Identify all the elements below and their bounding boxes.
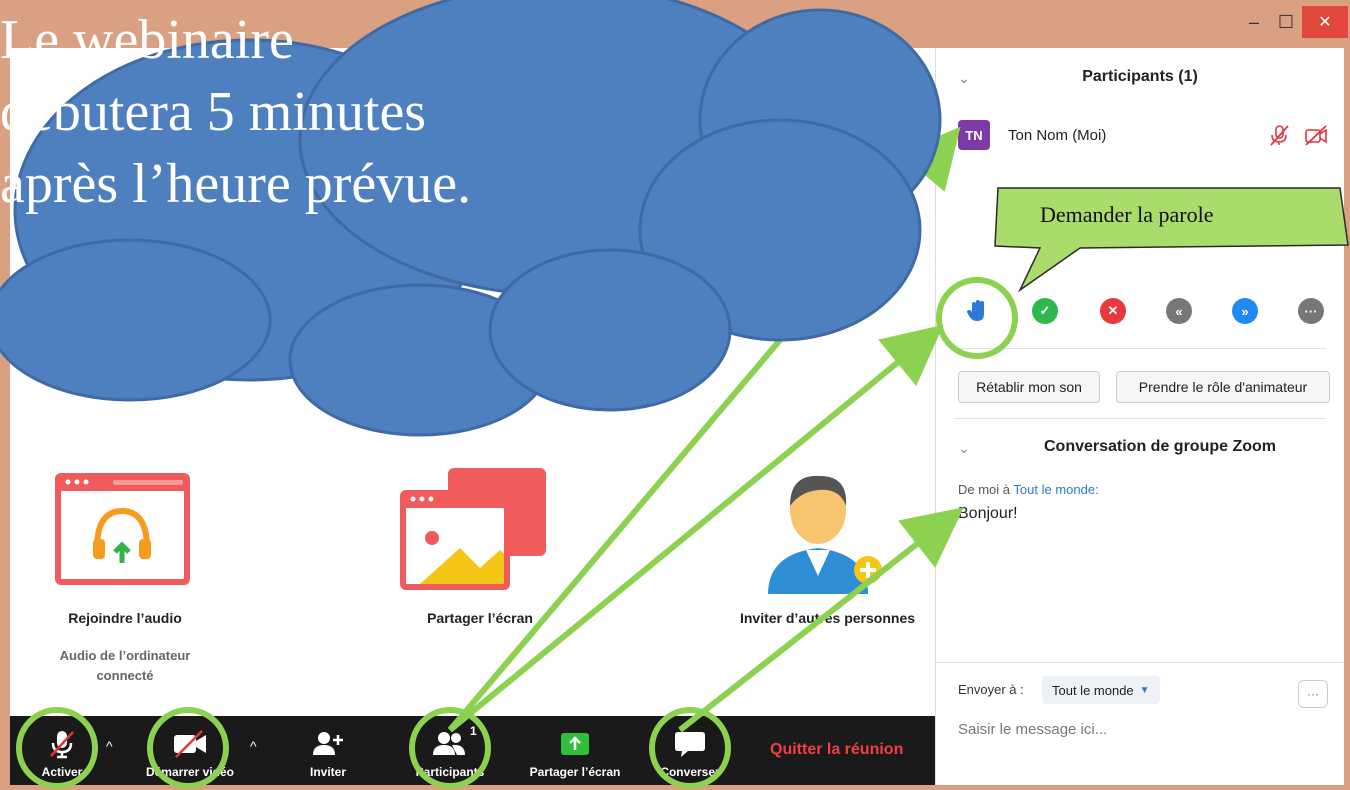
circle-raise-hand [936,277,1018,359]
circle-video [147,707,229,789]
circle-mute [16,707,98,789]
circle-participants [409,707,491,789]
arrow-to-chat [678,507,964,733]
cloud-text-line3: après l’heure prévue. [0,153,472,215]
cloud-text-line1: Le webinaire [0,9,294,71]
callout-text: Demander la parole [1040,202,1214,227]
cloud-text-line2: débutera 5 minutes [0,81,427,143]
